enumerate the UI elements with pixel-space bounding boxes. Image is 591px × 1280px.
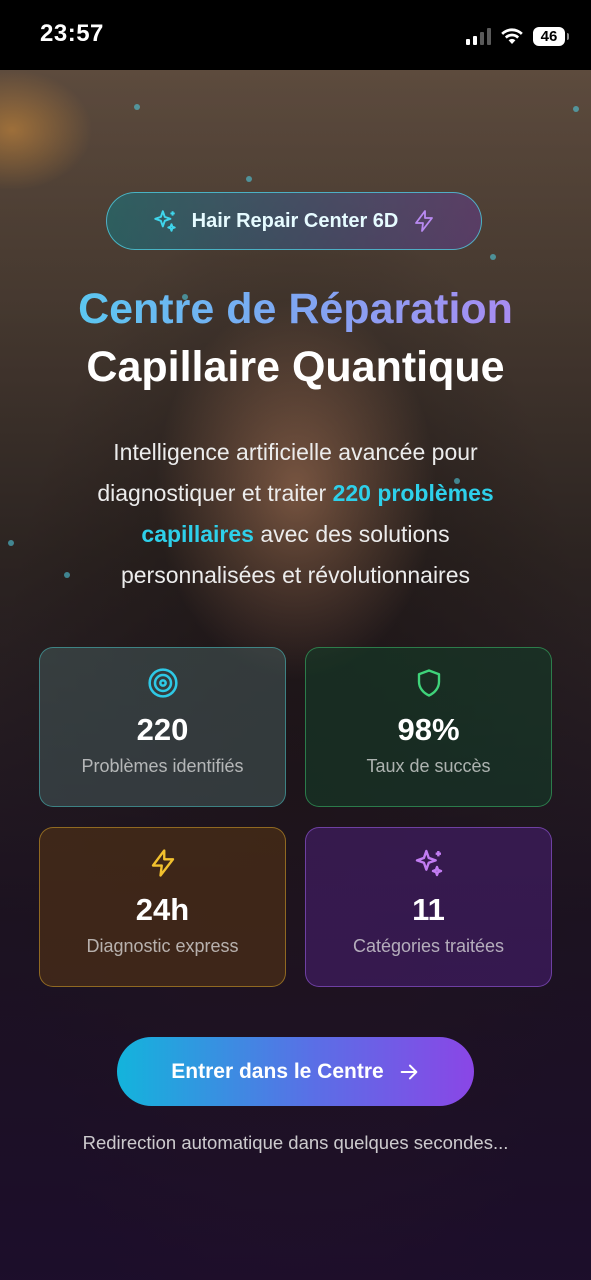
title-line-1: Centre de Réparation bbox=[0, 280, 591, 338]
status-bar: 23:57 46 bbox=[0, 0, 591, 70]
stat-label: Taux de succès bbox=[366, 756, 491, 776]
badge-label: Hair Repair Center 6D bbox=[191, 209, 399, 232]
status-time: 23:57 bbox=[40, 20, 104, 47]
cellular-signal-icon bbox=[466, 27, 491, 45]
page-title: Centre de Réparation Capillaire Quantiqu… bbox=[0, 280, 591, 396]
stat-label: Problèmes identifiés bbox=[81, 756, 244, 776]
sparkles-icon bbox=[415, 849, 442, 877]
enter-center-button[interactable]: Entrer dans le Centre bbox=[117, 1037, 474, 1106]
desc-line-3-suffix: avec des solutions bbox=[253, 521, 450, 547]
stat-value: 220 bbox=[136, 712, 189, 747]
lightning-icon bbox=[151, 849, 174, 877]
brand-badge: Hair Repair Center 6D bbox=[106, 192, 482, 250]
desc-highlight-2: capillaires bbox=[141, 521, 254, 547]
landing-content: Hair Repair Center 6D Centre de Réparati… bbox=[0, 70, 591, 1280]
enter-center-label: Entrer dans le Centre bbox=[171, 1059, 384, 1083]
desc-highlight-1: 220 problèmes bbox=[332, 480, 494, 506]
stat-value: 24h bbox=[135, 892, 190, 927]
stat-card-problems: 220 Problèmes identifiés bbox=[39, 647, 286, 807]
stat-card-success: 98% Taux de succès bbox=[305, 647, 552, 807]
stat-card-diagnostic: 24h Diagnostic express bbox=[39, 827, 286, 987]
desc-line-1: Intelligence artificielle avancée pour bbox=[113, 439, 478, 465]
sparkles-icon bbox=[153, 210, 176, 232]
arrow-right-icon bbox=[400, 1064, 418, 1079]
desc-line-2-prefix: diagnostiquer et traiter bbox=[97, 480, 333, 506]
stat-label: Diagnostic express bbox=[86, 936, 239, 956]
desc-line-4: personnalisées et révolutionnaires bbox=[120, 562, 471, 588]
stat-label: Catégories traitées bbox=[352, 936, 505, 956]
target-icon bbox=[147, 668, 178, 698]
stat-value: 11 bbox=[412, 892, 445, 927]
stat-value: 98% bbox=[397, 712, 460, 747]
wifi-icon bbox=[501, 28, 523, 44]
battery-icon: 46 bbox=[533, 26, 569, 46]
system-icons: 46 bbox=[466, 24, 569, 48]
lightning-icon bbox=[415, 210, 434, 232]
title-line-2: Capillaire Quantique bbox=[86, 343, 505, 391]
redirect-notice: Redirection automatique dans quelques se… bbox=[82, 1132, 509, 1153]
hero-section: Hair Repair Center 6D Centre de Réparati… bbox=[0, 70, 591, 1280]
hero-description: Intelligence artificielle avancée pour d… bbox=[40, 432, 551, 596]
shield-icon bbox=[417, 669, 440, 697]
stat-card-categories: 11 Catégories traitées bbox=[305, 827, 552, 987]
